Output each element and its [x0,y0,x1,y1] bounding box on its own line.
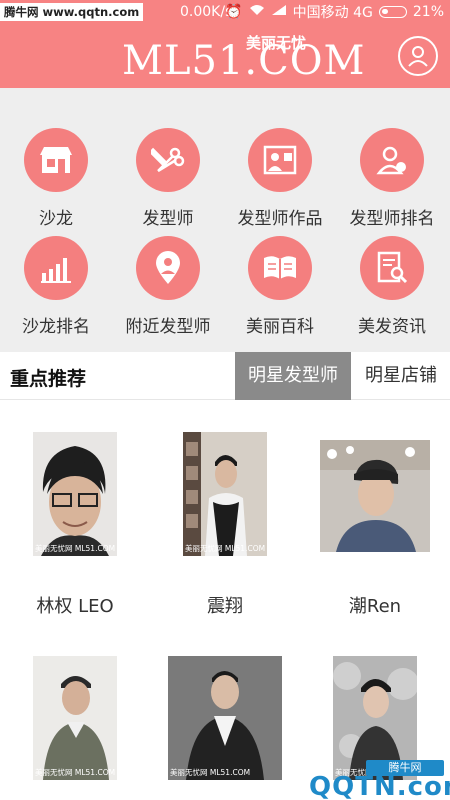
signal-icon [271,4,287,20]
menu-item-stylist[interactable]: 发型师 [112,128,224,238]
stylist-name: 震翔 [207,596,243,617]
menu-label: 发型师 [142,209,194,229]
menu-label: 沙龙 [39,209,73,229]
news-search-icon [360,236,424,300]
stylist-photo [320,440,430,552]
logo-text: ML51.COM [122,38,366,84]
carrier-label: 中国移动 4G [292,5,373,21]
menu-item-nearby-stylist[interactable]: 附近发型师 [112,236,224,346]
menu-item-stylist-rank[interactable]: 发型师排名 [336,128,448,238]
stylist-works-icon [248,128,312,192]
section-title: 重点推荐 [10,368,87,390]
menu-item-stylist-works[interactable]: 发型师作品 [224,128,336,238]
status-right: ⏰ 中国移动 4G 21% [225,0,444,24]
photo-watermark: 美丽无忧网 ML51.COM [170,768,251,777]
battery-level: 21% [412,4,444,20]
recommend-header: 重点推荐 明星发型师 明星店铺 [0,352,450,400]
scissors-comb-icon [136,128,200,192]
app-header: ML51.COM 美丽无忧 [0,24,450,88]
app-logo: ML51.COM 美丽无忧 [122,30,365,84]
wifi-icon [249,4,265,20]
alarm-icon: ⏰ [225,4,243,20]
stylist-photo: 美丽无忧网 ML51.COM [33,432,117,556]
photo-watermark: 美丽无忧网 ML51.COM [185,544,266,553]
menu-label: 美丽百科 [246,317,314,337]
photo-watermark: 美丽无忧网 ML51.COM [35,544,116,553]
stylist-card[interactable]: 美丽无忧网 ML51.COM 林权 LEO [0,432,150,622]
stylist-card[interactable]: 潮Ren [300,432,450,622]
user-profile-button[interactable] [398,36,438,76]
bar-chart-icon [24,236,88,300]
status-bar: 腾牛网 www.qqtn.com 0.00K/s ⏰ 中国移动 4G 21% [0,0,450,24]
location-pin-icon [136,236,200,300]
tab-star-stylists[interactable]: 明星发型师 [235,352,351,400]
watermark-text: QQTN.com [309,772,450,800]
menu-label: 沙龙排名 [22,317,90,337]
menu-label: 美发资讯 [358,317,426,337]
tab-star-shops[interactable]: 明星店铺 [355,352,447,400]
salon-shop-icon [24,128,88,192]
stylist-name: 林权 LEO [36,596,114,617]
stylist-card[interactable]: 美丽无忧网 ML51.COM [0,656,150,800]
site-watermark: 腾牛网 www.qqtn.com [0,3,144,21]
stylist-rank-icon [360,128,424,192]
menu-label: 发型师作品 [237,209,323,229]
stylist-photo: 美丽无忧网 ML51.COM [183,432,267,556]
stylist-photo: 美丽无忧网 ML51.COM [33,656,117,780]
feature-menu: 沙龙 发型师 发型师作品 发型师排名 沙龙排名 附近发型师 美丽百科 美发资讯 [0,88,450,352]
menu-item-beauty-wiki[interactable]: 美丽百科 [224,236,336,346]
menu-label: 发型师排名 [349,209,435,229]
menu-item-salon-rank[interactable]: 沙龙排名 [0,236,112,346]
stylist-card[interactable]: 美丽无忧网 ML51.COM 震翔 [150,432,300,622]
site-watermark-bottom: 腾牛网 QQTN.com [265,754,450,800]
stylist-name: 潮Ren [348,596,402,617]
menu-item-salon[interactable]: 沙龙 [0,128,112,238]
battery-icon [378,6,407,18]
user-icon [408,46,428,67]
open-book-icon [248,236,312,300]
photo-watermark: 美丽无忧网 ML51.COM [35,768,116,777]
menu-item-hair-news[interactable]: 美发资讯 [336,236,448,346]
logo-subtext: 美丽无忧 [246,34,307,52]
menu-label: 附近发型师 [125,317,211,337]
